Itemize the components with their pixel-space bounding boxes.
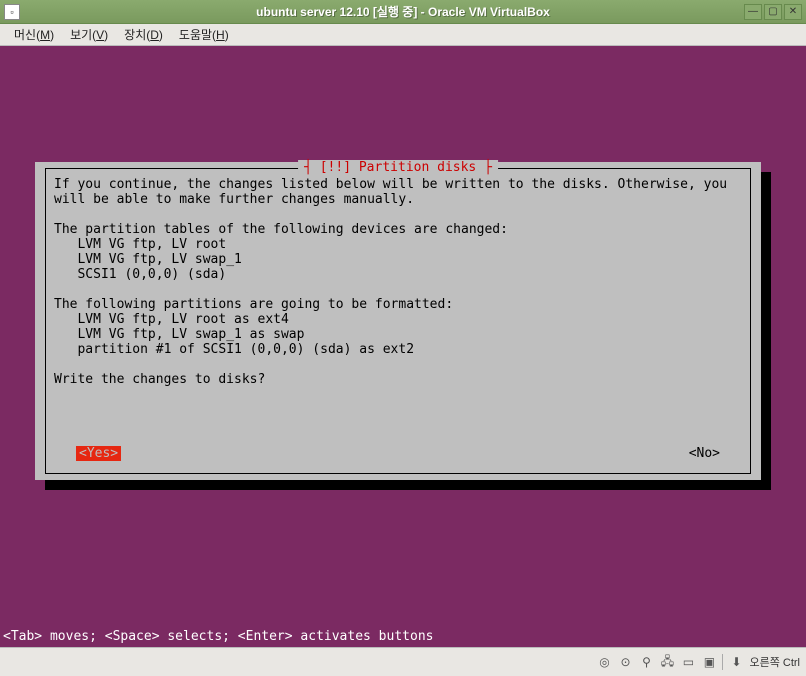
window-titlebar: ▫ ubuntu server 12.10 [실행 중] - Oracle VM… xyxy=(0,0,806,24)
app-icon: ▫ xyxy=(4,4,20,20)
menubar: 머신(M) 보기(V) 장치(D) 도움말(H) xyxy=(0,24,806,46)
separator xyxy=(722,654,723,670)
usb-icon[interactable]: ⚲ xyxy=(638,654,654,670)
dialog-buttons: <Yes> <No> xyxy=(54,446,742,461)
dialog-body: If you continue, the changes listed belo… xyxy=(54,177,742,387)
display-icon[interactable]: ▣ xyxy=(701,654,717,670)
close-button[interactable]: ✕ xyxy=(784,4,802,20)
network-icon[interactable]: 🖧 xyxy=(659,654,675,670)
window-title: ubuntu server 12.10 [실행 중] - Oracle VM V… xyxy=(0,3,806,20)
shared-folder-icon[interactable]: ▭ xyxy=(680,654,696,670)
hard-disk-icon[interactable]: ◎ xyxy=(596,654,612,670)
navigation-hint: <Tab> moves; <Space> selects; <Enter> ac… xyxy=(3,629,433,644)
vm-screen: ┤ [!!] Partition disks ├ If you continue… xyxy=(0,46,806,647)
optical-disk-icon[interactable]: ⊙ xyxy=(617,654,633,670)
maximize-button[interactable]: ▢ xyxy=(764,4,782,20)
menu-view[interactable]: 보기(V) xyxy=(62,24,116,45)
minimize-button[interactable]: — xyxy=(744,4,762,20)
menu-machine[interactable]: 머신(M) xyxy=(6,24,62,45)
mouse-integration-icon[interactable]: ⬇ xyxy=(728,654,744,670)
menu-devices[interactable]: 장치(D) xyxy=(116,24,171,45)
dialog-title: ┤ [!!] Partition disks ├ xyxy=(298,160,498,175)
window-controls: — ▢ ✕ xyxy=(744,4,802,20)
no-button[interactable]: <No> xyxy=(689,446,720,461)
dialog-border: ┤ [!!] Partition disks ├ If you continue… xyxy=(45,168,751,474)
menu-help[interactable]: 도움말(H) xyxy=(171,24,237,45)
partition-dialog: ┤ [!!] Partition disks ├ If you continue… xyxy=(35,162,761,480)
host-key-label: 오른쪽 Ctrl xyxy=(749,654,800,670)
statusbar: ◎ ⊙ ⚲ 🖧 ▭ ▣ ⬇ 오른쪽 Ctrl xyxy=(0,647,806,676)
yes-button[interactable]: <Yes> xyxy=(76,446,121,461)
